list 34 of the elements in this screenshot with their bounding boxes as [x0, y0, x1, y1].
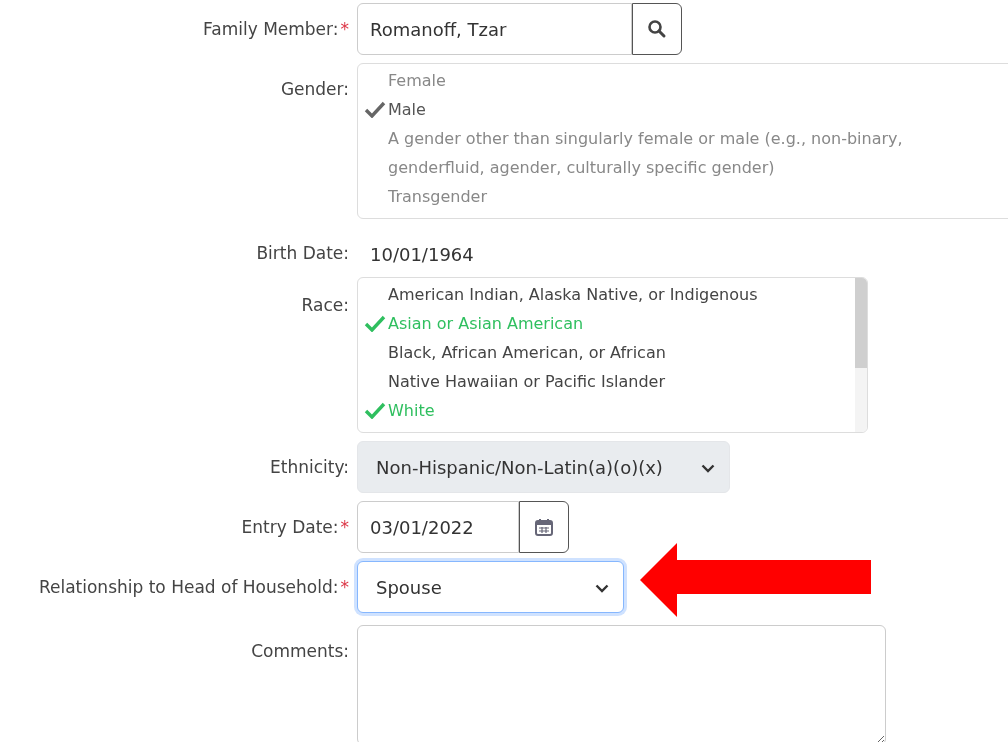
- calendar-button[interactable]: [519, 501, 569, 553]
- select-field: Non-Hispanic/Non-Latin(a)(o)(x): [357, 441, 730, 493]
- calendar-icon: [534, 517, 554, 537]
- search-button[interactable]: [632, 3, 682, 55]
- check-icon: [364, 101, 386, 118]
- list-option[interactable]: Native Hawaiian or Pacific Islander: [364, 367, 853, 396]
- caret-icon: [701, 464, 715, 473]
- field-label: Gender:: [280, 78, 349, 101]
- field-label: Comments:: [251, 640, 349, 663]
- field-label: Entry Date:: [241, 516, 339, 539]
- list-option: A gender other than singularly female or male (e.g., non-binary, genderfluid, agender, culturally specific gender): [364, 124, 1008, 182]
- field-label: Birth Date:: [256, 242, 349, 265]
- required-asterisk: *: [340, 516, 349, 539]
- required-asterisk: *: [340, 18, 349, 41]
- field-label: Family Member:: [203, 18, 339, 41]
- caret-icon: [595, 584, 609, 593]
- field-label: Ethnicity:: [270, 456, 349, 479]
- check-icon: [364, 315, 386, 332]
- list-option: Transgender: [364, 182, 1008, 211]
- select-field[interactable]: Spouse: [357, 561, 624, 613]
- field-label: Race:: [301, 294, 349, 317]
- check-icon: [364, 402, 386, 419]
- list-option: Female: [364, 66, 1008, 95]
- search-icon: [647, 19, 667, 39]
- field-label: Relationship to Head of Household:: [38, 576, 339, 599]
- list-option[interactable]: American Indian, Alaska Native, or Indigenous: [364, 280, 853, 309]
- date-field[interactable]: 03/01/2022: [357, 501, 519, 553]
- field-value: 10/01/1964: [369, 243, 474, 267]
- required-asterisk: *: [340, 576, 349, 599]
- list-option[interactable]: Black, African American, or African: [364, 338, 853, 367]
- scrollbar-thumb[interactable]: [855, 278, 867, 368]
- comments-field[interactable]: [357, 625, 886, 742]
- input-field[interactable]: Romanoff, Tzar: [357, 3, 632, 55]
- list-option: Male: [364, 95, 1008, 124]
